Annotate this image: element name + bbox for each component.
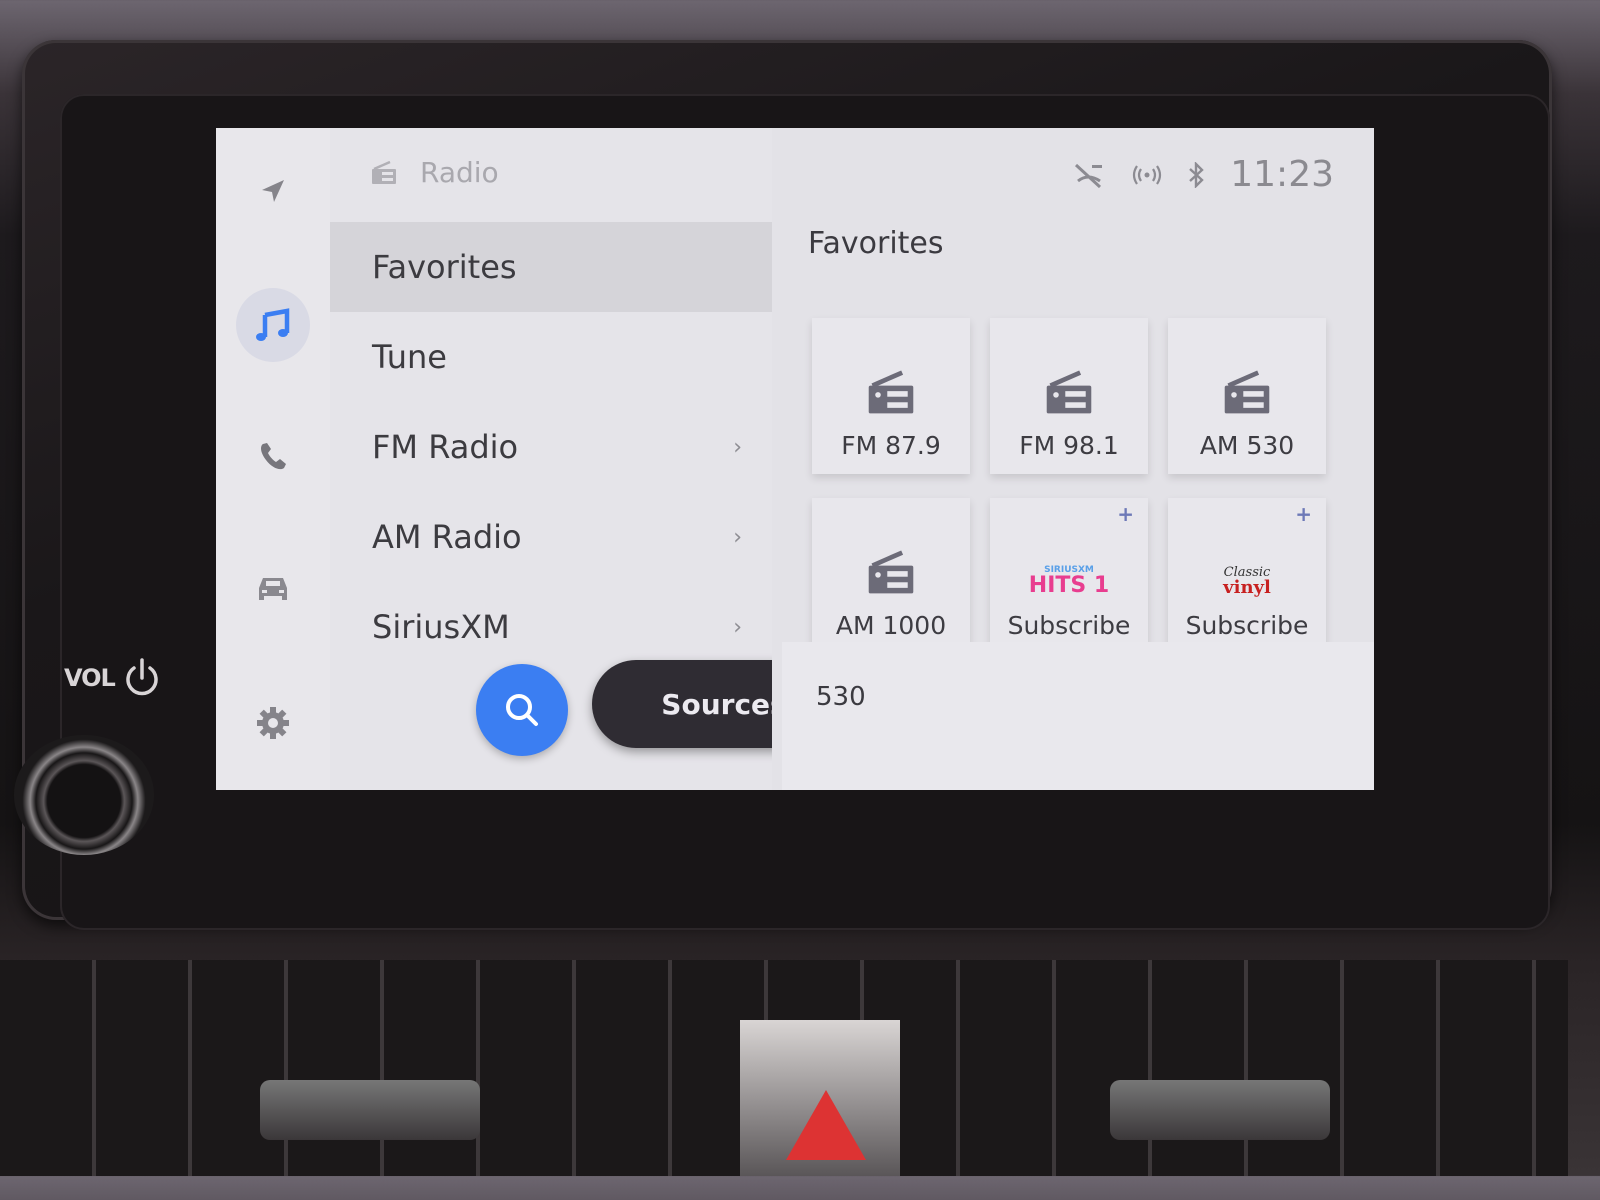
tile-label: FM 87.9 <box>841 431 941 460</box>
favorite-tile-sirius-hits1[interactable]: + SIRIUSXM HITS 1 Subscribe <box>990 498 1148 654</box>
volume-label: VOL <box>64 664 116 692</box>
power-icon <box>126 658 158 696</box>
add-icon[interactable]: + <box>1295 502 1312 526</box>
menu-item-label: SiriusXM <box>372 608 510 646</box>
gear-icon <box>257 707 289 739</box>
favorites-title: Favorites <box>808 226 944 261</box>
menu-item-fm-radio[interactable]: FM Radio › <box>330 402 772 492</box>
status-bar: 11:23 <box>1072 154 1334 195</box>
rail-media[interactable] <box>236 288 310 362</box>
music-note-icon <box>256 308 290 341</box>
radio-icon <box>372 160 396 184</box>
infotainment-screen: Radio Favorites Tune FM Radio › AM Radio… <box>216 128 1374 790</box>
now-playing-station: 530 <box>816 682 866 712</box>
app-header: Radio <box>370 156 499 189</box>
hits1-logo: SIRIUSXM HITS 1 <box>1029 566 1109 597</box>
favorite-tile-fm-87-9[interactable]: FM 87.9 <box>812 318 970 474</box>
menu-item-favorites[interactable]: Favorites <box>330 222 772 312</box>
rail-navigation[interactable] <box>236 154 310 228</box>
search-button[interactable] <box>476 664 568 756</box>
bluetooth-icon <box>1189 161 1204 188</box>
vent-tab-left[interactable] <box>260 1080 480 1140</box>
add-icon[interactable]: + <box>1117 502 1134 526</box>
rail-settings[interactable] <box>236 686 310 760</box>
menu-item-am-radio[interactable]: AM Radio › <box>330 492 772 582</box>
menu-item-label: AM Radio <box>372 518 522 556</box>
radio-icon <box>1046 370 1092 414</box>
menu-item-label: Favorites <box>372 248 517 286</box>
chevron-right-icon: › <box>733 614 742 640</box>
search-icon <box>506 694 538 726</box>
chevron-right-icon: › <box>733 524 742 550</box>
tile-label: Subscribe <box>1007 611 1131 640</box>
vent-tab-right[interactable] <box>1110 1080 1330 1140</box>
wireless-icon <box>1133 164 1162 185</box>
menu-item-tune[interactable]: Tune <box>330 312 772 402</box>
classic-vinyl-logo: Classic vinyl <box>1223 566 1271 597</box>
radio-icon <box>1224 370 1270 414</box>
chevron-right-icon: › <box>733 434 742 460</box>
clock: 11:23 <box>1230 154 1334 195</box>
radio-icon <box>868 370 914 414</box>
menu-item-label: Tune <box>372 338 447 376</box>
no-signal-icon <box>1075 163 1103 188</box>
menu-item-label: FM Radio <box>372 428 519 466</box>
volume-knob[interactable] <box>14 735 154 855</box>
app-title: Radio <box>420 156 499 189</box>
tile-label: AM 1000 <box>835 611 947 640</box>
favorite-tile-fm-98-1[interactable]: FM 98.1 <box>990 318 1148 474</box>
tile-label: AM 530 <box>1199 431 1295 460</box>
tile-label: Subscribe <box>1185 611 1309 640</box>
radio-menu-pane: Radio Favorites Tune FM Radio › AM Radio… <box>330 128 856 790</box>
logo-main-text: HITS 1 <box>1028 573 1110 598</box>
favorite-tile-am-1000[interactable]: AM 1000 <box>812 498 970 654</box>
navigation-arrow-icon <box>262 180 284 202</box>
favorites-pane: 11:23 Favorites FM 87.9 FM 98.1 AM 530 A… <box>772 128 1374 790</box>
favorite-tile-am-530[interactable]: AM 530 <box>1168 318 1326 474</box>
menu-item-siriusxm[interactable]: SiriusXM › <box>330 582 772 672</box>
now-playing-bar[interactable]: 530 <box>782 642 1374 790</box>
tile-label: FM 98.1 <box>1019 431 1119 460</box>
radio-icon <box>868 550 914 594</box>
app-rail <box>216 128 330 790</box>
car-icon <box>259 578 287 600</box>
rail-phone[interactable] <box>236 420 310 494</box>
hazard-icon <box>786 1090 866 1160</box>
phone-icon <box>261 443 286 470</box>
logo-main-text: vinyl <box>1223 577 1271 598</box>
favorite-tile-classic-vinyl[interactable]: + Classic vinyl Subscribe <box>1168 498 1326 654</box>
rail-vehicle[interactable] <box>236 552 310 626</box>
